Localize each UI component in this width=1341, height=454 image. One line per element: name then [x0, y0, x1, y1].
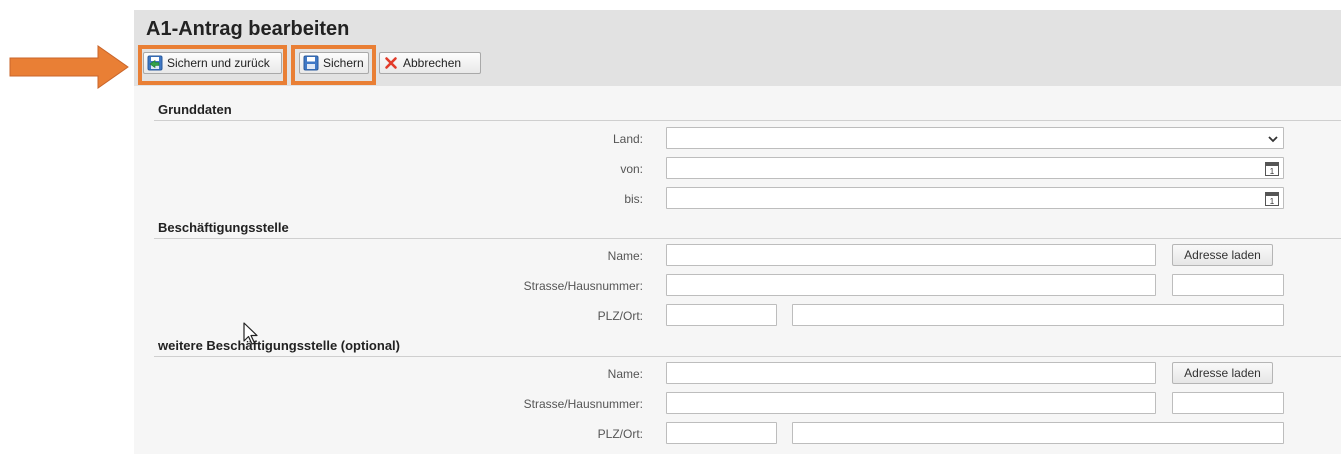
- house-number-input-optional[interactable]: [1173, 393, 1283, 413]
- load-address-button[interactable]: Adresse laden: [1172, 244, 1273, 266]
- land-label: Land:: [612, 132, 643, 146]
- plz-input-optional[interactable]: [667, 423, 776, 443]
- section-beschaeftigung-heading: Beschäftigungsstelle: [158, 220, 289, 235]
- bis-date-field[interactable]: 1: [666, 187, 1284, 209]
- street-input-optional[interactable]: [667, 393, 1155, 413]
- street-field-optional[interactable]: [666, 392, 1156, 414]
- load-address-button-optional[interactable]: Adresse laden: [1172, 362, 1273, 384]
- section-divider: [154, 238, 1341, 239]
- ort-input-optional[interactable]: [793, 423, 1283, 443]
- name-field[interactable]: [666, 244, 1156, 266]
- plz-ort-label: PLZ/Ort:: [597, 427, 643, 441]
- von-date-field[interactable]: 1: [666, 157, 1284, 179]
- highlight-save: [291, 45, 376, 85]
- land-select-value[interactable]: [667, 128, 1283, 148]
- chevron-down-icon[interactable]: [1267, 133, 1279, 145]
- calendar-icon[interactable]: 1: [1265, 161, 1279, 176]
- cancel-label: Abbrechen: [403, 56, 462, 70]
- street-label: Strasse/Hausnummer:: [523, 397, 643, 411]
- land-select[interactable]: [666, 127, 1284, 149]
- name-label: Name:: [607, 367, 643, 381]
- ort-field-optional[interactable]: [792, 422, 1284, 444]
- plz-field-optional[interactable]: [666, 422, 777, 444]
- street-input[interactable]: [667, 275, 1155, 295]
- von-date-input[interactable]: [667, 158, 1283, 178]
- red-x-icon: [385, 57, 397, 69]
- svg-text:1: 1: [1270, 167, 1275, 176]
- annotation-arrow-icon: [9, 45, 129, 89]
- house-number-field[interactable]: [1172, 274, 1284, 296]
- highlight-save-and-back: [138, 45, 287, 85]
- plz-ort-label: PLZ/Ort:: [597, 309, 643, 323]
- street-label: Strasse/Hausnummer:: [523, 279, 643, 293]
- section-grunddaten-heading: Grunddaten: [158, 102, 232, 117]
- page-title: A1-Antrag bearbeiten: [146, 18, 350, 40]
- name-field-optional[interactable]: [666, 362, 1156, 384]
- ort-field[interactable]: [792, 304, 1284, 326]
- section-divider: [154, 120, 1341, 121]
- plz-input[interactable]: [667, 305, 776, 325]
- name-input[interactable]: [667, 245, 1155, 265]
- cancel-button[interactable]: Abbrechen: [379, 52, 481, 74]
- svg-text:1: 1: [1270, 197, 1275, 206]
- name-label: Name:: [607, 249, 643, 263]
- house-number-input[interactable]: [1173, 275, 1283, 295]
- section-weitere-heading: weitere Beschäftigungsstelle (optional): [158, 338, 400, 353]
- house-number-field-optional[interactable]: [1172, 392, 1284, 414]
- section-divider: [154, 356, 1341, 357]
- street-field[interactable]: [666, 274, 1156, 296]
- bis-label: bis:: [624, 192, 643, 206]
- name-input-optional[interactable]: [667, 363, 1155, 383]
- calendar-icon[interactable]: 1: [1265, 191, 1279, 206]
- bis-date-input[interactable]: [667, 188, 1283, 208]
- plz-field[interactable]: [666, 304, 777, 326]
- ort-input[interactable]: [793, 305, 1283, 325]
- mouse-cursor-icon: [243, 322, 258, 345]
- von-label: von:: [620, 162, 643, 176]
